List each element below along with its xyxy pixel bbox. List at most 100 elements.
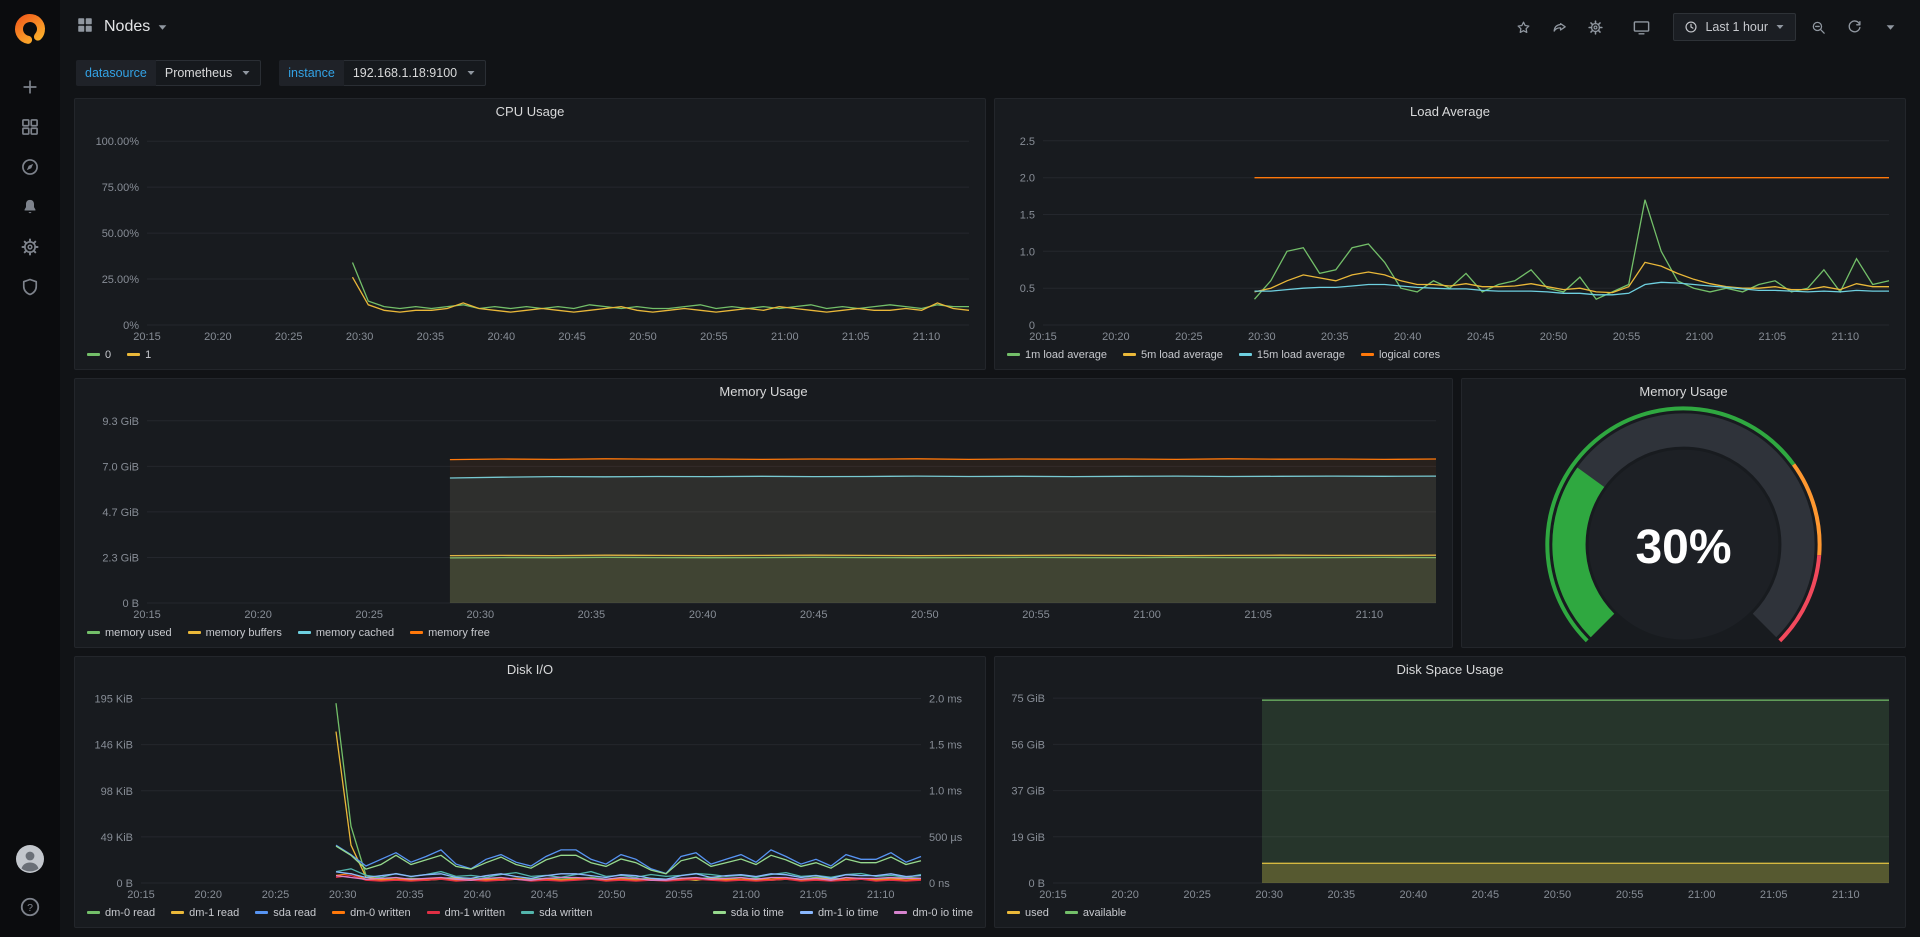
zoom-out-button[interactable] xyxy=(1804,13,1832,41)
legend-item[interactable]: sda read xyxy=(255,907,316,919)
panel-title[interactable]: CPU Usage xyxy=(75,99,985,124)
memory-usage-chart[interactable]: 0 B2.3 GiB4.7 GiB7.0 GiB9.3 GiB20:1520:2… xyxy=(75,404,1452,623)
svg-text:49 KiB: 49 KiB xyxy=(101,832,133,844)
svg-text:20:35: 20:35 xyxy=(396,889,424,901)
svg-text:20:45: 20:45 xyxy=(1472,889,1500,901)
legend-item[interactable]: 1 xyxy=(127,349,151,361)
star-button[interactable] xyxy=(1509,13,1537,41)
explore-icon[interactable] xyxy=(9,147,51,187)
variable-value-dropdown[interactable]: Prometheus xyxy=(156,60,261,86)
legend-item[interactable]: available xyxy=(1065,907,1126,919)
help-icon[interactable]: ? xyxy=(9,887,51,927)
legend-label: dm-0 read xyxy=(105,907,155,919)
variable-instance: instance 192.168.1.18:9100 xyxy=(279,60,486,86)
legend-label: dm-1 io time xyxy=(818,907,879,919)
svg-text:56 GiB: 56 GiB xyxy=(1011,739,1045,751)
svg-text:20:50: 20:50 xyxy=(911,609,939,621)
legend-swatch xyxy=(332,911,345,914)
legend-group-left: dm-0 read dm-1 read sda read dm-0 written dm… xyxy=(87,907,592,919)
plus-icon[interactable] xyxy=(9,67,51,107)
svg-text:2.5: 2.5 xyxy=(1020,136,1035,148)
cycle-view-tv-button[interactable] xyxy=(1627,13,1655,41)
legend-swatch xyxy=(1007,353,1020,356)
svg-text:20:30: 20:30 xyxy=(1248,331,1276,343)
svg-text:20:45: 20:45 xyxy=(558,331,586,343)
panel-title[interactable]: Disk I/O xyxy=(75,657,985,682)
disk-space-chart[interactable]: 0 B19 GiB37 GiB56 GiB75 GiB20:1520:2020:… xyxy=(995,682,1905,903)
legend-item[interactable]: memory free xyxy=(410,627,490,639)
legend-item[interactable]: dm-0 read xyxy=(87,907,155,919)
caret-down-icon xyxy=(1775,22,1785,32)
legend-item[interactable]: logical cores xyxy=(1361,349,1440,361)
navbar: Nodes Last 1 hour xyxy=(60,0,1920,54)
variable-label: instance xyxy=(279,60,344,86)
panel-title[interactable]: Load Average xyxy=(995,99,1905,124)
legend-item[interactable]: sda io time xyxy=(713,907,784,919)
panel-title[interactable]: Memory Usage xyxy=(75,379,1452,404)
legend-label: logical cores xyxy=(1379,349,1440,361)
dashboard-title-dropdown[interactable]: Nodes xyxy=(104,18,168,36)
legend-item[interactable]: sda written xyxy=(521,907,592,919)
legend-item[interactable]: 5m load average xyxy=(1123,349,1223,361)
configuration-gear-icon[interactable] xyxy=(9,227,51,267)
admin-shield-icon[interactable] xyxy=(9,267,51,307)
legend-label: available xyxy=(1083,907,1126,919)
legend-label: dm-1 read xyxy=(189,907,239,919)
legend-swatch xyxy=(87,631,100,634)
svg-text:195 KiB: 195 KiB xyxy=(94,694,133,706)
dashboards-icon[interactable] xyxy=(9,107,51,147)
svg-text:20:55: 20:55 xyxy=(1616,889,1644,901)
panel-cpu-usage: CPU Usage 0%25.00%50.00%75.00%100.00%20:… xyxy=(74,98,986,370)
legend-item[interactable]: dm-1 io time xyxy=(800,907,879,919)
svg-text:500 µs: 500 µs xyxy=(929,832,963,844)
legend-item[interactable]: dm-0 io time xyxy=(894,907,973,919)
svg-text:20:15: 20:15 xyxy=(1029,331,1057,343)
svg-text:20:15: 20:15 xyxy=(1039,889,1067,901)
load-average-chart[interactable]: 00.51.01.52.02.520:1520:2020:2520:3020:3… xyxy=(995,124,1905,345)
legend-item[interactable]: memory buffers xyxy=(188,627,282,639)
svg-text:75.00%: 75.00% xyxy=(102,182,140,194)
legend-label: used xyxy=(1025,907,1049,919)
legend-item[interactable]: used xyxy=(1007,907,1049,919)
share-button[interactable] xyxy=(1545,13,1573,41)
legend-swatch xyxy=(1361,353,1374,356)
legend-item[interactable]: memory used xyxy=(87,627,172,639)
svg-text:1.5 ms: 1.5 ms xyxy=(929,740,963,752)
disk-io-svg: 0 B49 KiB98 KiB146 KiB195 KiB0 ns500 µs1… xyxy=(75,682,985,903)
alerting-bell-icon[interactable] xyxy=(9,187,51,227)
legend-item[interactable]: dm-0 written xyxy=(332,907,411,919)
legend-item[interactable]: 0 xyxy=(87,349,111,361)
panel-title[interactable]: Disk Space Usage xyxy=(995,657,1905,682)
clock-icon xyxy=(1684,20,1698,34)
legend-item[interactable]: 1m load average xyxy=(1007,349,1107,361)
refresh-interval-dropdown[interactable] xyxy=(1876,13,1904,41)
legend-item[interactable]: 15m load average xyxy=(1239,349,1345,361)
dashboard-grid: CPU Usage 0%25.00%50.00%75.00%100.00%20:… xyxy=(60,96,1920,937)
panel-disk-space-usage: Disk Space Usage 0 B19 GiB37 GiB56 GiB75… xyxy=(994,656,1906,928)
legend-item[interactable]: dm-1 read xyxy=(171,907,239,919)
svg-text:1.5: 1.5 xyxy=(1020,210,1035,222)
panel-memory-usage-gauge: Memory Usage 30% xyxy=(1461,378,1906,648)
grafana-logo[interactable] xyxy=(13,12,47,49)
variable-value-dropdown[interactable]: 192.168.1.18:9100 xyxy=(344,60,486,86)
disk-io-chart[interactable]: 0 B49 KiB98 KiB146 KiB195 KiB0 ns500 µs1… xyxy=(75,682,985,903)
cpu-usage-chart[interactable]: 0%25.00%50.00%75.00%100.00%20:1520:2020:… xyxy=(75,124,985,345)
svg-text:20:55: 20:55 xyxy=(1022,609,1050,621)
svg-text:1.0 ms: 1.0 ms xyxy=(929,786,963,798)
legend-label: 1m load average xyxy=(1025,349,1107,361)
legend-item[interactable]: memory cached xyxy=(298,627,394,639)
avatar[interactable] xyxy=(9,839,51,879)
variable-value: 192.168.1.18:9100 xyxy=(353,66,457,80)
svg-text:21:00: 21:00 xyxy=(771,331,799,343)
legend: 1m load average 5m load average 15m load a… xyxy=(995,345,1905,369)
legend: used available xyxy=(995,903,1905,927)
dashboard-settings-button[interactable] xyxy=(1581,13,1609,41)
legend-swatch xyxy=(894,911,907,914)
panel-title[interactable]: Memory Usage xyxy=(1462,379,1905,404)
refresh-button[interactable] xyxy=(1840,13,1868,41)
svg-text:20:20: 20:20 xyxy=(1111,889,1139,901)
svg-text:20:20: 20:20 xyxy=(194,889,222,901)
legend-item[interactable]: dm-1 written xyxy=(427,907,506,919)
time-range-picker[interactable]: Last 1 hour xyxy=(1673,13,1796,41)
svg-text:21:00: 21:00 xyxy=(1688,889,1716,901)
